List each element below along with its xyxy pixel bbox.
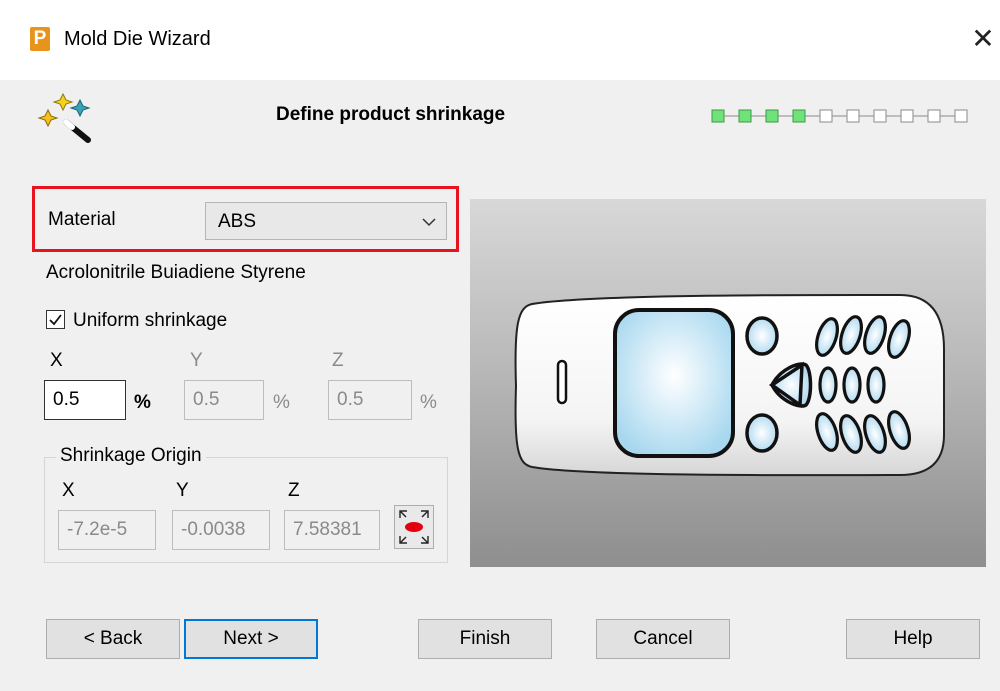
material-selected-value: ABS — [218, 211, 257, 232]
shrink-y-label: Y — [190, 350, 203, 371]
progress-step-pending — [927, 109, 941, 123]
material-dropdown[interactable]: ABS — [205, 202, 447, 240]
pick-origin-button[interactable] — [394, 505, 434, 549]
progress-step-complete — [738, 109, 752, 123]
progress-step-complete — [792, 109, 806, 123]
shrinkage-origin-label: Shrinkage Origin — [56, 445, 206, 467]
back-button[interactable]: < Back — [46, 619, 180, 659]
shrink-z-label: Z — [332, 350, 344, 371]
wizard-wand-icon — [37, 92, 91, 143]
progress-step-complete — [711, 109, 725, 123]
progress-step-pending — [873, 109, 887, 123]
cancel-button[interactable]: Cancel — [596, 619, 730, 659]
finish-button[interactable]: Finish — [418, 619, 552, 659]
origin-x-label: X — [62, 480, 75, 501]
origin-z-label: Z — [288, 480, 300, 501]
origin-y-label: Y — [176, 480, 189, 501]
shrink-y-percent: % — [273, 392, 290, 413]
origin-x-input[interactable]: -7.2e-5 — [58, 510, 156, 550]
next-button[interactable]: Next > — [184, 619, 318, 659]
wizard-progress-indicator — [711, 109, 968, 123]
window-title: Mold Die Wizard — [64, 28, 211, 50]
progress-step-complete — [765, 109, 779, 123]
material-label: Material — [48, 209, 116, 230]
shrink-x-percent: % — [134, 392, 151, 413]
shrink-x-label: X — [50, 350, 63, 371]
progress-step-pending — [954, 109, 968, 123]
shrink-z-input[interactable]: 0.5 — [328, 380, 412, 420]
checkmark-icon — [49, 314, 62, 326]
shrink-y-input[interactable]: 0.5 — [184, 380, 264, 420]
shrink-z-percent: % — [420, 392, 437, 413]
uniform-shrinkage-checkbox[interactable] — [46, 310, 65, 329]
chevron-down-icon — [422, 218, 436, 227]
origin-y-input[interactable]: -0.0038 — [172, 510, 270, 550]
uniform-shrinkage-label: Uniform shrinkage — [73, 310, 228, 331]
progress-step-pending — [900, 109, 914, 123]
shrink-x-input[interactable]: 0.5 — [44, 380, 126, 420]
material-description: Acrolonitrile Buiadiene Styrene — [46, 262, 306, 283]
progress-step-pending — [819, 109, 833, 123]
app-icon: P — [30, 27, 50, 51]
progress-step-pending — [846, 109, 860, 123]
pick-origin-icon — [399, 510, 429, 544]
step-title: Define product shrinkage — [276, 104, 506, 125]
close-button[interactable]: ✕ — [968, 22, 998, 56]
phone-model-preview — [514, 293, 945, 477]
origin-z-input[interactable]: 7.58381 — [284, 510, 380, 550]
product-preview-viewport — [470, 199, 986, 567]
help-button[interactable]: Help — [846, 619, 980, 659]
